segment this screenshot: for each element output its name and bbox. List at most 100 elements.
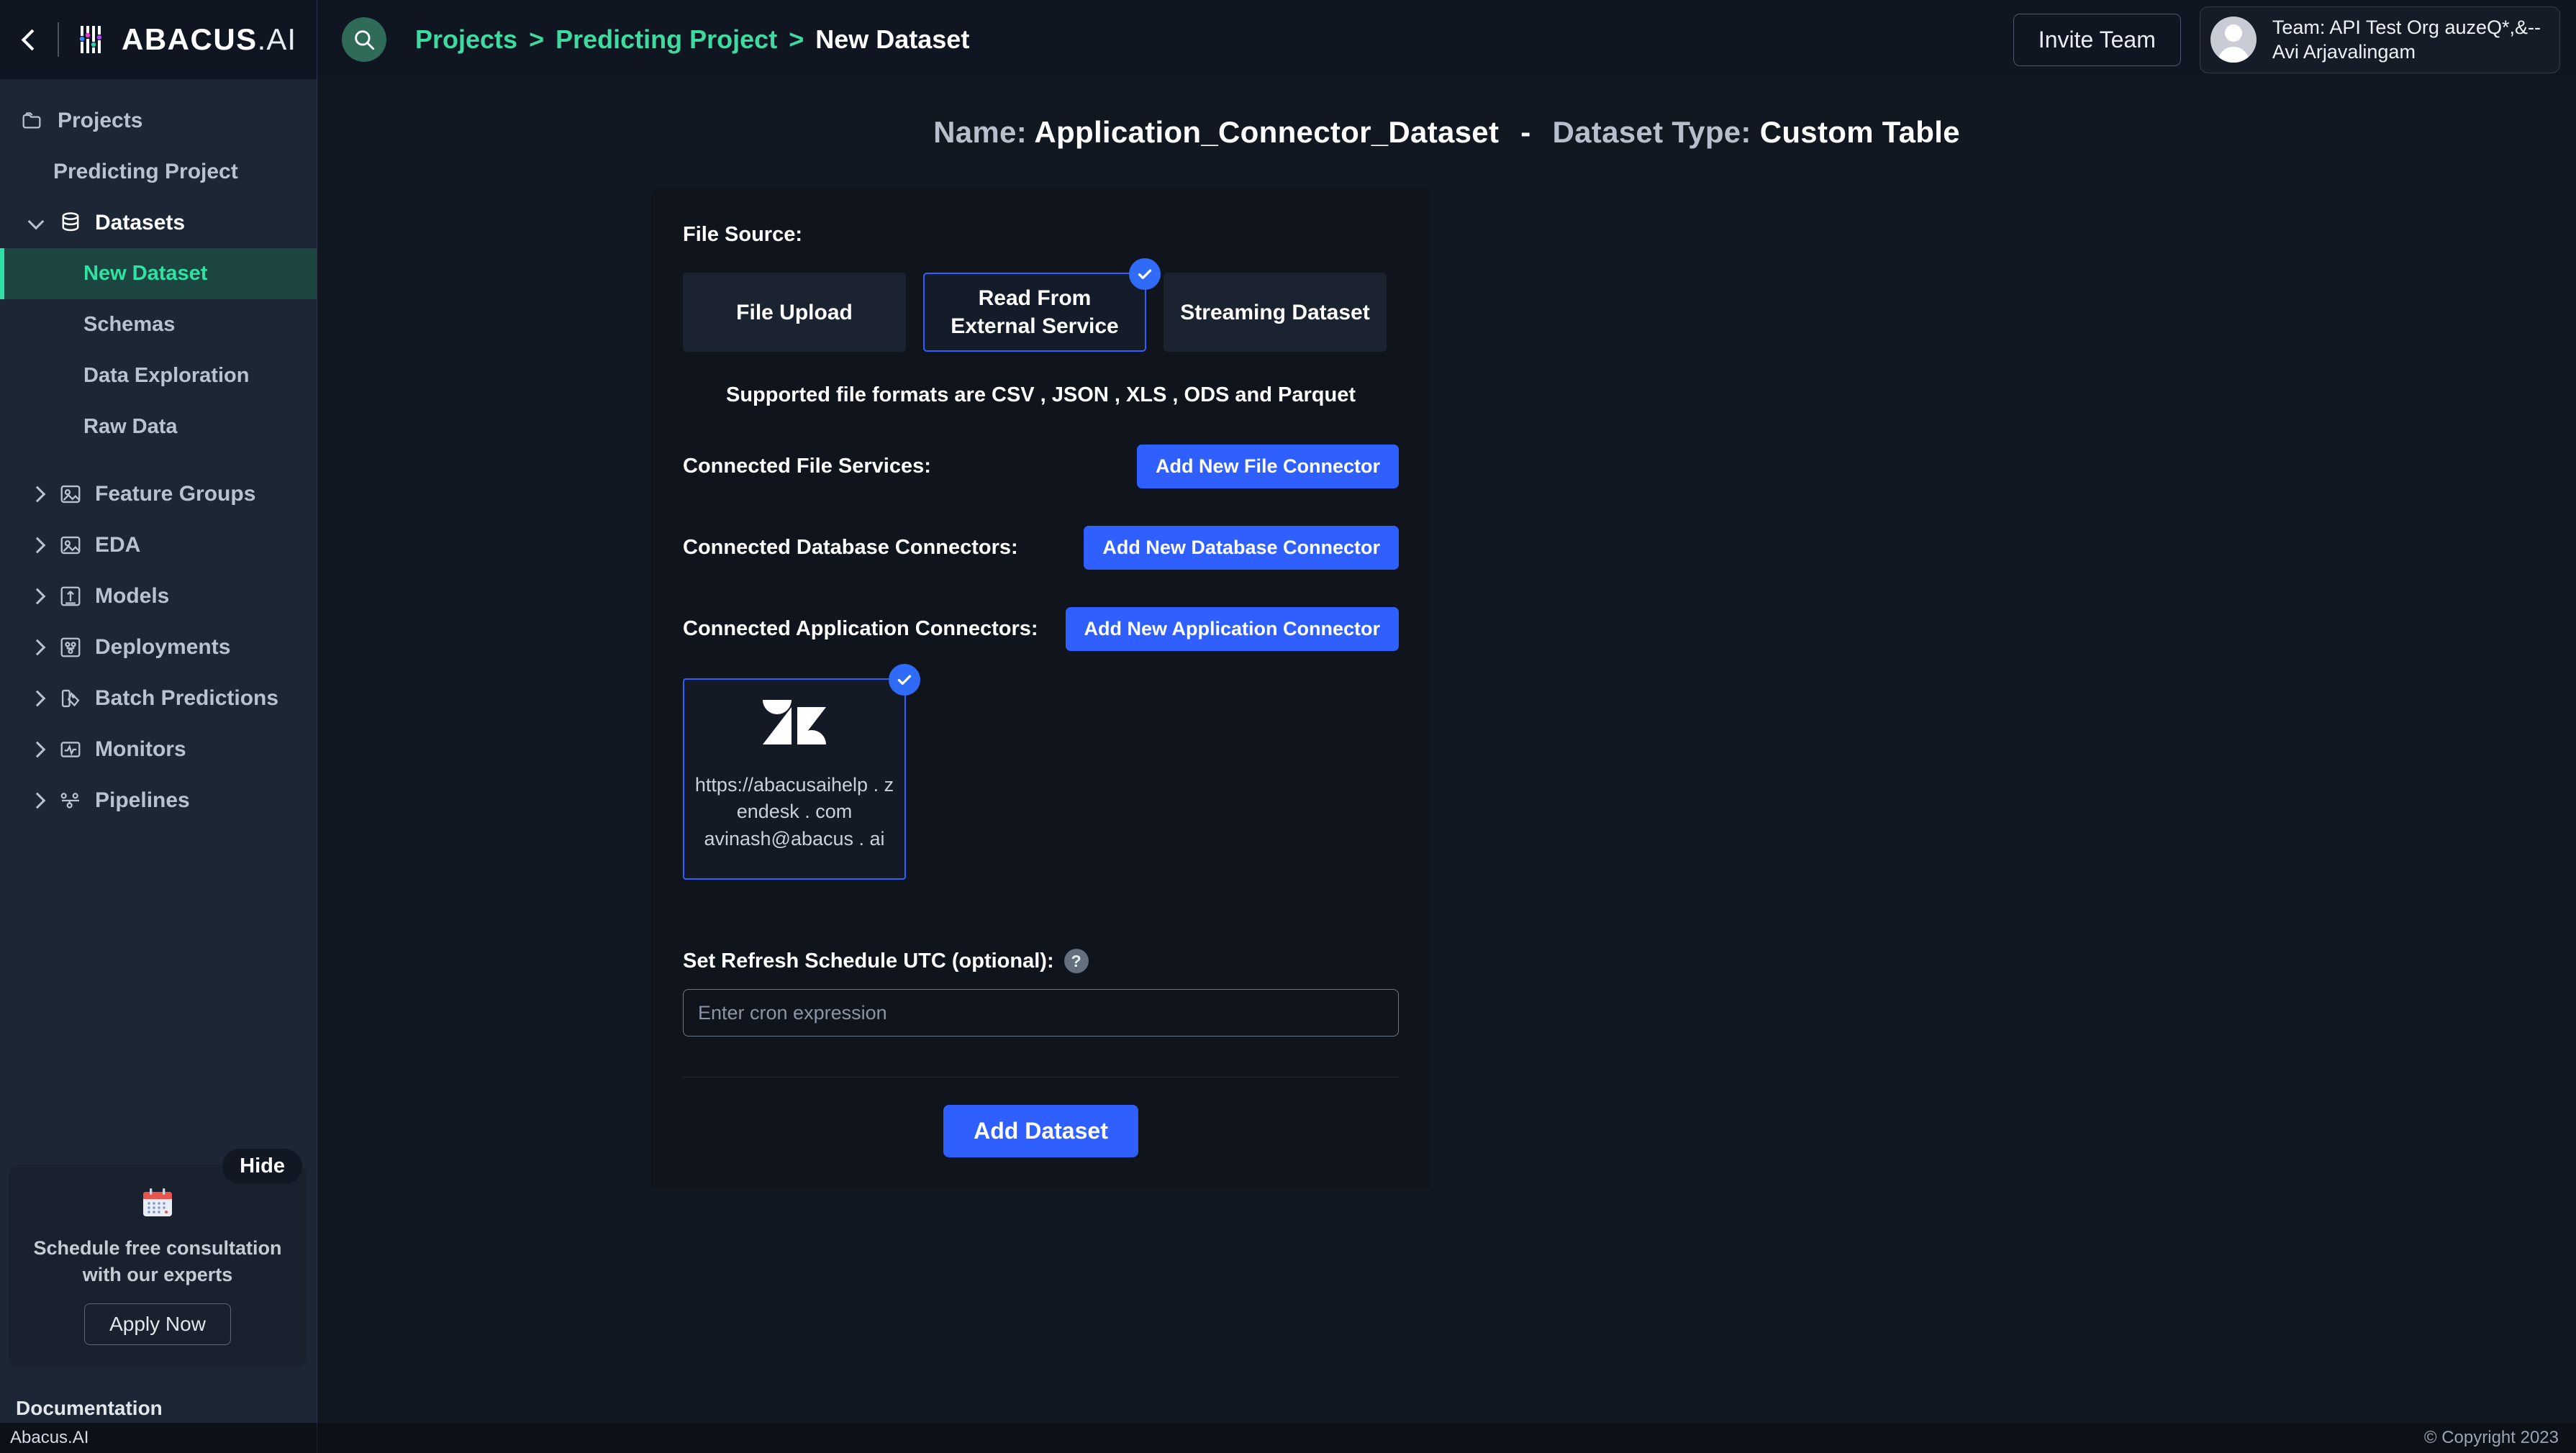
breadcrumb-item-projects[interactable]: Projects — [415, 24, 517, 55]
avatar-icon — [2210, 17, 2257, 63]
connected-database-connectors-row: Connected Database Connectors: Add New D… — [683, 526, 1399, 570]
sidebar-item-schemas[interactable]: Schemas — [0, 299, 317, 350]
card-footer: Add Dataset — [683, 1077, 1399, 1189]
file-source-label: File Source: — [683, 223, 802, 246]
top-bar-main-area: Projects > Predicting Project > New Data… — [317, 0, 2576, 79]
sidebar-item-projects[interactable]: Projects — [0, 95, 317, 146]
sidebar-item-pipelines[interactable]: Pipelines — [0, 775, 317, 826]
cron-expression-input[interactable] — [683, 989, 1399, 1037]
promo-text: Schedule free consultation with our expe… — [33, 1237, 282, 1285]
connector-details: https://abacusaihelp . zendesk . com avi… — [684, 772, 904, 852]
sidebar-item-datasets[interactable]: Datasets — [0, 197, 317, 248]
footer: Abacus.AI © Copyright 2023 — [0, 1423, 2576, 1453]
breadcrumb-separator: > — [529, 24, 545, 54]
connected-application-connectors-row: Connected Application Connectors: Add Ne… — [683, 607, 1399, 651]
sidebar-item-label: Models — [95, 583, 170, 608]
apply-now-button[interactable]: Apply Now — [84, 1303, 231, 1345]
search-icon[interactable] — [342, 17, 386, 62]
top-bar: ABACUS .AI Projects > Predicting Project … — [0, 0, 2576, 79]
pipelines-icon — [58, 788, 83, 814]
connected-file-services-label: Connected File Services: — [683, 455, 931, 478]
dataset-type-value: Custom Table — [1759, 115, 1960, 149]
team-name: Team: API Test Org auzeQ*,&-- — [2272, 16, 2541, 38]
sidebar-item-label: Projects — [58, 108, 143, 132]
connected-database-connectors-label: Connected Database Connectors: — [683, 536, 1018, 559]
sidebar-item-eda[interactable]: EDA — [0, 519, 317, 570]
connector-email: avinash@abacus . ai — [704, 827, 885, 850]
chevron-right-icon[interactable] — [27, 536, 46, 555]
title-dash: - — [1520, 115, 1531, 149]
chevron-right-icon[interactable] — [27, 740, 46, 759]
footer-copyright: © Copyright 2023 — [2423, 1428, 2559, 1447]
refresh-schedule-row: Set Refresh Schedule UTC (optional): ? — [683, 949, 1399, 973]
team-account-menu[interactable]: Team: API Test Org auzeQ*,&-- Avi Arjava… — [2199, 6, 2560, 73]
connected-application-connectors-label: Connected Application Connectors: — [683, 617, 1038, 640]
chevron-right-icon[interactable] — [27, 587, 46, 606]
sidebar-item-predicting-project[interactable]: Predicting Project — [0, 146, 317, 197]
chevron-right-icon[interactable] — [27, 689, 46, 708]
add-new-application-connector-button[interactable]: Add New Application Connector — [1065, 607, 1399, 651]
breadcrumb-separator: > — [789, 24, 804, 54]
check-icon — [1129, 258, 1161, 290]
hide-promo-button[interactable]: Hide — [222, 1149, 302, 1185]
deployments-icon — [58, 634, 83, 660]
dataset-name-label: Name: — [933, 115, 1027, 149]
sidebar-item-label: Data Exploration — [83, 364, 250, 387]
chevron-right-icon[interactable] — [27, 791, 46, 810]
sidebar-item-label: New Dataset — [83, 262, 208, 285]
page-title: Name: Application_Connector_Dataset - Da… — [317, 115, 2576, 150]
breadcrumb-item-predicting-project[interactable]: Predicting Project — [555, 24, 777, 55]
new-dataset-card: File Source: File Upload Read From Exter… — [651, 188, 1430, 1189]
team-labels: Team: API Test Org auzeQ*,&-- Avi Arjava… — [2272, 17, 2541, 63]
feature-groups-icon — [58, 481, 83, 507]
sidebar-item-feature-groups[interactable]: Feature Groups — [0, 468, 317, 519]
sidebar-item-batch-predictions[interactable]: Batch Predictions — [0, 673, 317, 724]
chevron-right-icon[interactable] — [27, 638, 46, 657]
application-connector-card-zendesk[interactable]: https://abacusaihelp . zendesk . com avi… — [683, 664, 920, 880]
card-body: File Source: File Upload Read From Exter… — [651, 188, 1430, 1189]
sidebar-item-label: Schemas — [83, 313, 176, 336]
batch-predictions-icon — [58, 685, 83, 711]
help-icon[interactable]: ? — [1063, 949, 1089, 973]
chevron-down-icon[interactable] — [27, 214, 46, 232]
sidebar-item-label: Batch Predictions — [95, 685, 279, 710]
sidebar-item-models[interactable]: Models — [0, 570, 317, 621]
sidebar-item-monitors[interactable]: Monitors — [0, 724, 317, 775]
promo-card: Hide Schedule free consultation with our… — [9, 1149, 307, 1368]
supported-formats-note: Supported file formats are CSV , JSON , … — [725, 383, 1356, 406]
invite-team-button[interactable]: Invite Team — [2013, 13, 2181, 66]
folder-icon — [20, 108, 46, 134]
sidebar-item-label: Feature Groups — [95, 481, 256, 506]
tab-streaming-dataset[interactable]: Streaming Dataset — [1164, 273, 1387, 352]
tab-label: File Upload — [736, 300, 853, 324]
tab-read-from-external-service[interactable]: Read From External Service — [923, 258, 1161, 352]
sidebar-item-new-dataset[interactable]: New Dataset — [0, 248, 317, 299]
sidebar-item-label: Datasets — [95, 210, 186, 234]
documentation-link[interactable]: Documentation — [0, 1397, 317, 1420]
brand-text: ABACUS .AI — [122, 22, 296, 57]
chevron-left-icon[interactable] — [16, 27, 40, 52]
add-new-file-connector-button[interactable]: Add New File Connector — [1136, 445, 1399, 488]
sidebar-item-data-exploration[interactable]: Data Exploration — [0, 350, 317, 401]
sidebar-item-label: EDA — [95, 532, 141, 557]
chevron-right-icon[interactable] — [27, 485, 46, 504]
breadcrumb: Projects > Predicting Project > New Data… — [415, 24, 969, 55]
divider — [58, 22, 59, 57]
tab-file-upload[interactable]: File Upload — [683, 273, 906, 352]
add-new-database-connector-button[interactable]: Add New Database Connector — [1084, 526, 1399, 570]
sidebar-item-label: Predicting Project — [53, 159, 238, 183]
user-name: Avi Arjavalingam — [2272, 40, 2416, 63]
sidebar: Projects Predicting Project Datasets New… — [0, 79, 317, 1453]
file-source-tabs: File Upload Read From External Service S… — [683, 258, 1399, 352]
dataset-type-label: Dataset Type: — [1552, 115, 1751, 149]
add-dataset-button[interactable]: Add Dataset — [943, 1105, 1138, 1157]
breadcrumb-item-new-dataset: New Dataset — [815, 24, 970, 54]
sidebar-item-deployments[interactable]: Deployments — [0, 621, 317, 673]
sidebar-item-raw-data[interactable]: Raw Data — [0, 401, 317, 452]
main-content: Name: Application_Connector_Dataset - Da… — [317, 79, 2576, 1453]
models-icon — [58, 583, 83, 609]
check-icon — [889, 664, 920, 696]
sidebar-item-label: Raw Data — [83, 415, 178, 438]
abacus-logo[interactable]: ABACUS .AI — [76, 22, 296, 57]
database-icon — [58, 210, 83, 236]
